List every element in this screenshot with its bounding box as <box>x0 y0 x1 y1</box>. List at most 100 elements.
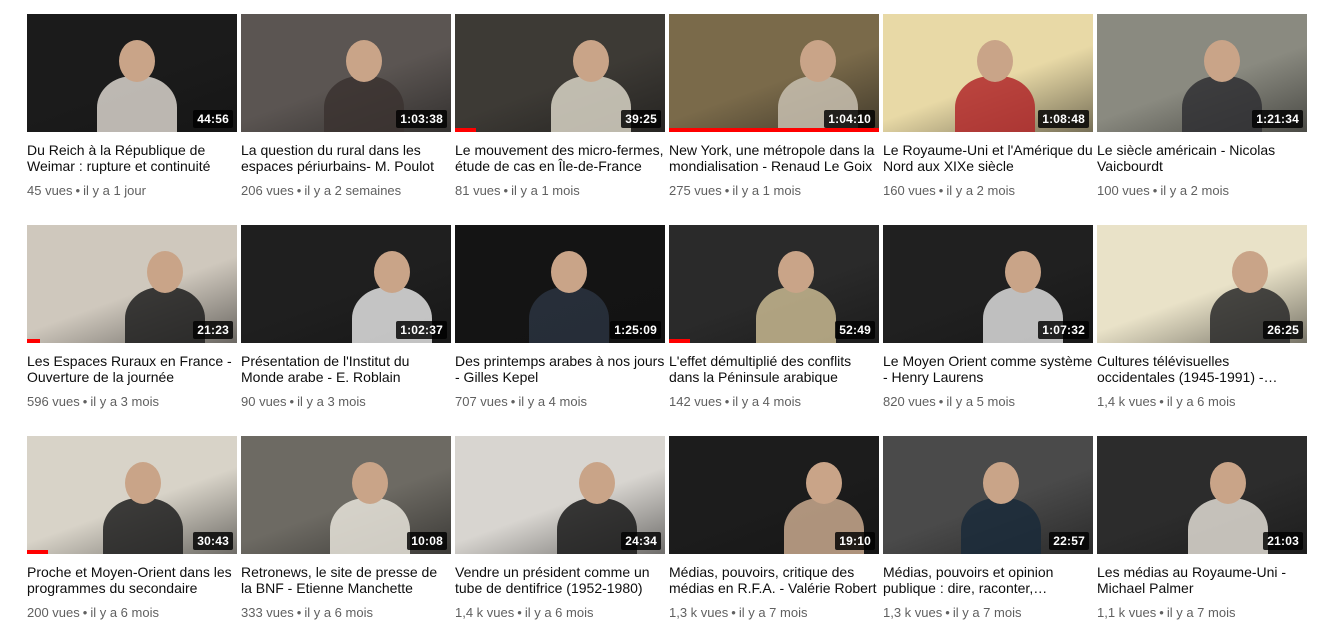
meta-separator: • <box>1159 394 1164 409</box>
video-metadata: 1,3 k vues • il y a 7 mois <box>669 605 879 621</box>
watch-progress-bar <box>669 128 879 132</box>
speaker-figure <box>330 498 410 554</box>
speaker-head <box>806 462 842 504</box>
video-title-link[interactable]: Vendre un président comme un tube de den… <box>455 564 665 596</box>
video-title-link[interactable]: Le siècle américain - Nicolas Vaicbourdt <box>1097 142 1307 174</box>
duration-badge: 26:25 <box>1263 321 1303 339</box>
upload-age: il y a 1 mois <box>732 183 801 198</box>
video-metadata: 1,3 k vues • il y a 7 mois <box>883 605 1093 621</box>
speaker-head <box>579 462 615 504</box>
video-title-link[interactable]: Le mouvement des micro-fermes, étude de … <box>455 142 665 174</box>
video-metadata: 90 vues • il y a 3 mois <box>241 394 451 410</box>
video-title-link[interactable]: Les Espaces Ruraux en France - Ouverture… <box>27 353 237 385</box>
video-card[interactable]: 24:34 Vendre un président comme un tube d… <box>455 436 665 621</box>
speaker-head <box>147 251 183 293</box>
video-thumbnail[interactable]: 26:25 <box>1097 225 1307 343</box>
view-count: 333 vues <box>241 605 294 620</box>
video-metadata: 1,4 k vues • il y a 6 mois <box>1097 394 1307 410</box>
video-card[interactable]: 1:07:32 Le Moyen Orient comme système - H… <box>883 225 1093 410</box>
video-thumbnail[interactable]: 39:25 <box>455 14 665 132</box>
speaker-figure <box>551 76 631 132</box>
meta-separator: • <box>296 183 302 198</box>
speaker-figure <box>97 76 177 132</box>
video-title-link[interactable]: Proche et Moyen-Orient dans les programm… <box>27 564 237 596</box>
duration-badge: 1:25:09 <box>610 321 661 339</box>
video-thumbnail[interactable]: 44:56 <box>27 14 237 132</box>
video-card[interactable]: 10:08 Retronews, le site de presse de la … <box>241 436 451 621</box>
meta-separator: • <box>503 183 509 198</box>
speaker-figure <box>529 287 609 343</box>
video-card[interactable]: 1:21:34 Le siècle américain - Nicolas Vai… <box>1097 14 1307 199</box>
meta-separator: • <box>517 605 522 620</box>
duration-badge: 1:21:34 <box>1252 110 1303 128</box>
video-thumbnail[interactable]: 21:23 <box>27 225 237 343</box>
speaker-head <box>551 251 587 293</box>
video-thumbnail[interactable]: 30:43 <box>27 436 237 554</box>
speaker-head <box>983 462 1019 504</box>
video-title-link[interactable]: La question du rural dans les espaces pé… <box>241 142 451 174</box>
video-title-link[interactable]: Cultures télévisuelles occidentales (194… <box>1097 353 1307 385</box>
video-thumbnail[interactable]: 1:02:37 <box>241 225 451 343</box>
view-count: 1,4 k vues <box>455 605 515 620</box>
view-count: 820 vues <box>883 394 936 409</box>
video-card[interactable]: 1:04:10 New York, une métropole dans la m… <box>669 14 879 199</box>
speaker-head <box>800 40 836 82</box>
duration-badge: 52:49 <box>835 321 875 339</box>
meta-separator: • <box>724 183 730 198</box>
video-title-link[interactable]: L'effet démultiplié des conflits dans la… <box>669 353 879 385</box>
speaker-head <box>352 462 388 504</box>
video-thumbnail[interactable]: 10:08 <box>241 436 451 554</box>
video-card[interactable]: 30:43 Proche et Moyen-Orient dans les pro… <box>27 436 237 621</box>
video-thumbnail[interactable]: 24:34 <box>455 436 665 554</box>
video-title-link[interactable]: New York, une métropole dans la mondiali… <box>669 142 879 174</box>
video-card[interactable]: 21:23 Les Espaces Ruraux en France - Ouve… <box>27 225 237 410</box>
duration-badge: 24:34 <box>621 532 661 550</box>
video-card[interactable]: 1:02:37 Présentation de l'Institut du Mon… <box>241 225 451 410</box>
video-thumbnail[interactable]: 1:04:10 <box>669 14 879 132</box>
video-title-link[interactable]: Des printemps arabes à nos jours - Gille… <box>455 353 665 385</box>
video-card[interactable]: 44:56 Du Reich à la République de Weimar … <box>27 14 237 199</box>
video-title-link[interactable]: Présentation de l'Institut du Monde arab… <box>241 353 451 385</box>
video-card[interactable]: 1:25:09 Des printemps arabes à nos jours … <box>455 225 665 410</box>
video-thumbnail[interactable]: 52:49 <box>669 225 879 343</box>
video-thumbnail[interactable]: 1:03:38 <box>241 14 451 132</box>
duration-badge: 19:10 <box>835 532 875 550</box>
video-card[interactable]: 21:03 Les médias au Royaume-Uni - Michael… <box>1097 436 1307 621</box>
video-title-link[interactable]: Retronews, le site de presse de la BNF -… <box>241 564 451 596</box>
video-card[interactable]: 26:25 Cultures télévisuelles occidentales… <box>1097 225 1307 410</box>
video-card[interactable]: 19:10 Médias, pouvoirs, critique des médi… <box>669 436 879 621</box>
video-thumbnail[interactable]: 21:03 <box>1097 436 1307 554</box>
video-title-link[interactable]: Le Royaume-Uni et l'Amérique du Nord aux… <box>883 142 1093 174</box>
speaker-head <box>573 40 609 82</box>
video-thumbnail[interactable]: 19:10 <box>669 436 879 554</box>
video-card[interactable]: 22:57 Médias, pouvoirs et opinion publiqu… <box>883 436 1093 621</box>
upload-age: il y a 6 mois <box>304 605 373 620</box>
speaker-figure <box>756 287 836 343</box>
speaker-head <box>1232 251 1268 293</box>
meta-separator: • <box>938 183 944 198</box>
video-title-link[interactable]: Médias, pouvoirs et opinion publique : d… <box>883 564 1093 596</box>
video-title-link[interactable]: Les médias au Royaume-Uni - Michael Palm… <box>1097 564 1307 596</box>
video-thumbnail[interactable]: 22:57 <box>883 436 1093 554</box>
meta-separator: • <box>731 605 736 620</box>
view-count: 275 vues <box>669 183 722 198</box>
video-thumbnail[interactable]: 1:07:32 <box>883 225 1093 343</box>
video-card[interactable]: 52:49 L'effet démultiplié des conflits da… <box>669 225 879 410</box>
video-card[interactable]: 1:08:48 Le Royaume-Uni et l'Amérique du N… <box>883 14 1093 199</box>
video-metadata: 1,4 k vues • il y a 6 mois <box>455 605 665 621</box>
video-thumbnail[interactable]: 1:21:34 <box>1097 14 1307 132</box>
video-title-link[interactable]: Du Reich à la République de Weimar : rup… <box>27 142 237 174</box>
video-metadata: 81 vues • il y a 1 mois <box>455 183 665 199</box>
meta-separator: • <box>1152 183 1158 198</box>
video-card[interactable]: 1:03:38 La question du rural dans les esp… <box>241 14 451 199</box>
video-title-link[interactable]: Médias, pouvoirs, critique des médias en… <box>669 564 879 596</box>
video-thumbnail[interactable]: 1:25:09 <box>455 225 665 343</box>
video-title-link[interactable]: Le Moyen Orient comme système - Henry La… <box>883 353 1093 385</box>
video-metadata: 45 vues • il y a 1 jour <box>27 183 237 199</box>
speaker-figure <box>955 76 1035 132</box>
upload-age: il y a 6 mois <box>524 605 594 620</box>
video-card[interactable]: 39:25 Le mouvement des micro-fermes, étud… <box>455 14 665 199</box>
view-count: 81 vues <box>455 183 501 198</box>
video-thumbnail[interactable]: 1:08:48 <box>883 14 1093 132</box>
video-metadata: 1,1 k vues • il y a 7 mois <box>1097 605 1307 621</box>
